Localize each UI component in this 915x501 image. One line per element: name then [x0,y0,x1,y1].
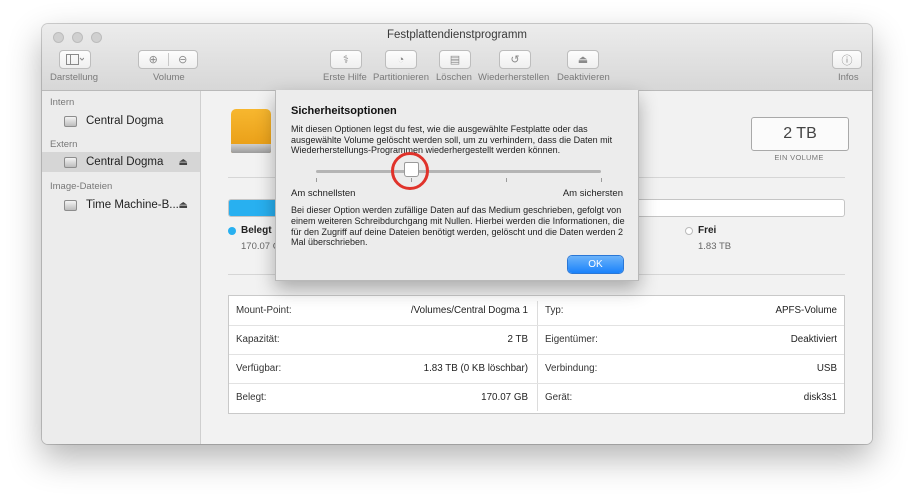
partition-button[interactable]: ◔ [385,50,417,69]
info-label: Eigentümer: [545,334,598,345]
info-label: Kapazität: [236,334,280,345]
sidebar-item-label: Central Dogma [86,156,164,168]
security-slider[interactable] [316,170,601,173]
toolbar-label-infos: Infos [838,72,859,83]
slider-tick [316,178,317,182]
sidebar-icon [66,54,84,65]
free-color-dot [685,226,693,235]
option-explanation: Bei dieser Option werden zufällige Daten… [291,205,625,248]
title-bar: Festplattendienstprogramm Darstellung ⊕ … [42,24,872,91]
sidebar-section-image-dateien: Image-Dateien [50,181,113,192]
info-value: 2 TB [507,334,528,345]
info-label: Belegt: [236,392,267,403]
info-table: Mount-Point: /Volumes/Central Dogma 1 Ty… [228,295,845,414]
info-value: 1.83 TB (0 KB löschbar) [423,363,528,374]
sidebar-section-intern: Intern [50,97,75,108]
legend-free: Frei [685,225,716,236]
used-color-dot [228,226,236,235]
info-value: Deaktiviert [790,334,837,345]
sidebar-view-button[interactable] [59,50,91,69]
sheet-description: Mit diesen Optionen legst du fest, wie d… [291,124,613,156]
unmount-button[interactable]: ⏏ [567,50,599,69]
disk-image-icon [64,199,77,211]
window-title: Festplattendienstprogramm [387,29,527,41]
capacity-box: 2 TB [751,117,849,151]
slider-tick [601,178,602,182]
hard-disk-icon [64,156,77,168]
sidebar-item-intern-central-dogma[interactable]: Central Dogma [42,111,200,131]
volume-segmented-control[interactable]: ⊕ ⊖ [138,50,198,69]
partition-icon: ◔ [397,53,405,66]
legend-used-label: Belegt [241,225,272,236]
info-label: Gerät: [545,392,573,403]
eject-icon[interactable]: ⏏ [179,200,188,211]
sidebar-section-extern: Extern [50,139,78,150]
table-row: Belegt: 170.07 GB Gerät: disk3s1 [229,383,844,412]
toolbar-label-partitionieren: Partitionieren [373,72,429,83]
usage-bar-used [229,200,282,216]
sheet-title: Sicherheitsoptionen [291,105,397,117]
first-aid-button[interactable]: ⚕ [330,50,362,69]
info-label: Verfügbar: [236,363,282,374]
toolbar-label-volume: Volume [153,72,185,83]
legend-used: Belegt [228,225,272,236]
toolbar-label-deaktivieren: Deaktivieren [557,72,610,83]
info-label: Mount-Point: [236,305,292,316]
info-value: 170.07 GB [481,392,528,403]
table-row: Verfügbar: 1.83 TB (0 KB löschbar) Verbi… [229,354,844,384]
info-value: APFS-Volume [775,305,837,316]
toolbar-label-loeschen: Löschen [436,72,472,83]
sidebar: Intern Central Dogma Extern Central Dogm… [42,91,201,444]
toolbar-label-erste-hilfe: Erste Hilfe [323,72,367,83]
erase-button[interactable]: ▤ [439,50,471,69]
eject-icon[interactable]: ⏏ [179,157,188,168]
slider-label-most-secure: Am sichersten [562,188,623,199]
info-value: disk3s1 [803,392,837,403]
restore-button[interactable]: ↺ [499,50,531,69]
legend-free-label: Frei [698,225,717,236]
legend-free-value: 1.83 TB [698,241,732,252]
hard-disk-icon [64,115,77,127]
ok-button[interactable]: OK [568,256,623,273]
remove-volume-icon[interactable]: ⊖ [169,53,198,66]
eject-icon: ⏏ [577,54,589,66]
sidebar-item-time-machine[interactable]: Time Machine-B... ⏏ [42,195,200,215]
capacity-label: EIN VOLUME [774,153,824,162]
toolbar-label-darstellung: Darstellung [50,72,99,83]
toolbar-label-wiederherstellen: Wiederherstellen [478,72,550,83]
table-row: Kapazität: 2 TB Eigentümer: Deaktiviert [229,325,844,355]
highlight-circle [390,152,429,190]
stethoscope-icon: ⚕ [343,54,349,66]
sidebar-item-extern-central-dogma[interactable]: Central Dogma ⏏ [42,152,200,172]
restore-icon: ↺ [510,54,520,66]
sidebar-item-label: Time Machine-B... [86,199,179,211]
info-label: Typ: [545,305,564,316]
info-value: /Volumes/Central Dogma 1 [410,305,528,316]
info-value: USB [816,363,837,374]
erase-icon: ▤ [449,54,461,66]
external-drive-icon [231,109,271,153]
info-icon: ⓘ [841,54,853,67]
sidebar-item-label: Central Dogma [86,115,164,127]
slider-tick [506,178,507,182]
info-button[interactable]: ⓘ [832,50,862,69]
slider-label-fastest: Am schnellsten [291,188,356,199]
security-options-sheet: Sicherheitsoptionen Mit diesen Optionen … [275,90,639,281]
table-row: Mount-Point: /Volumes/Central Dogma 1 Ty… [229,296,844,326]
add-volume-icon[interactable]: ⊕ [139,53,169,66]
info-label: Verbindung: [545,363,598,374]
